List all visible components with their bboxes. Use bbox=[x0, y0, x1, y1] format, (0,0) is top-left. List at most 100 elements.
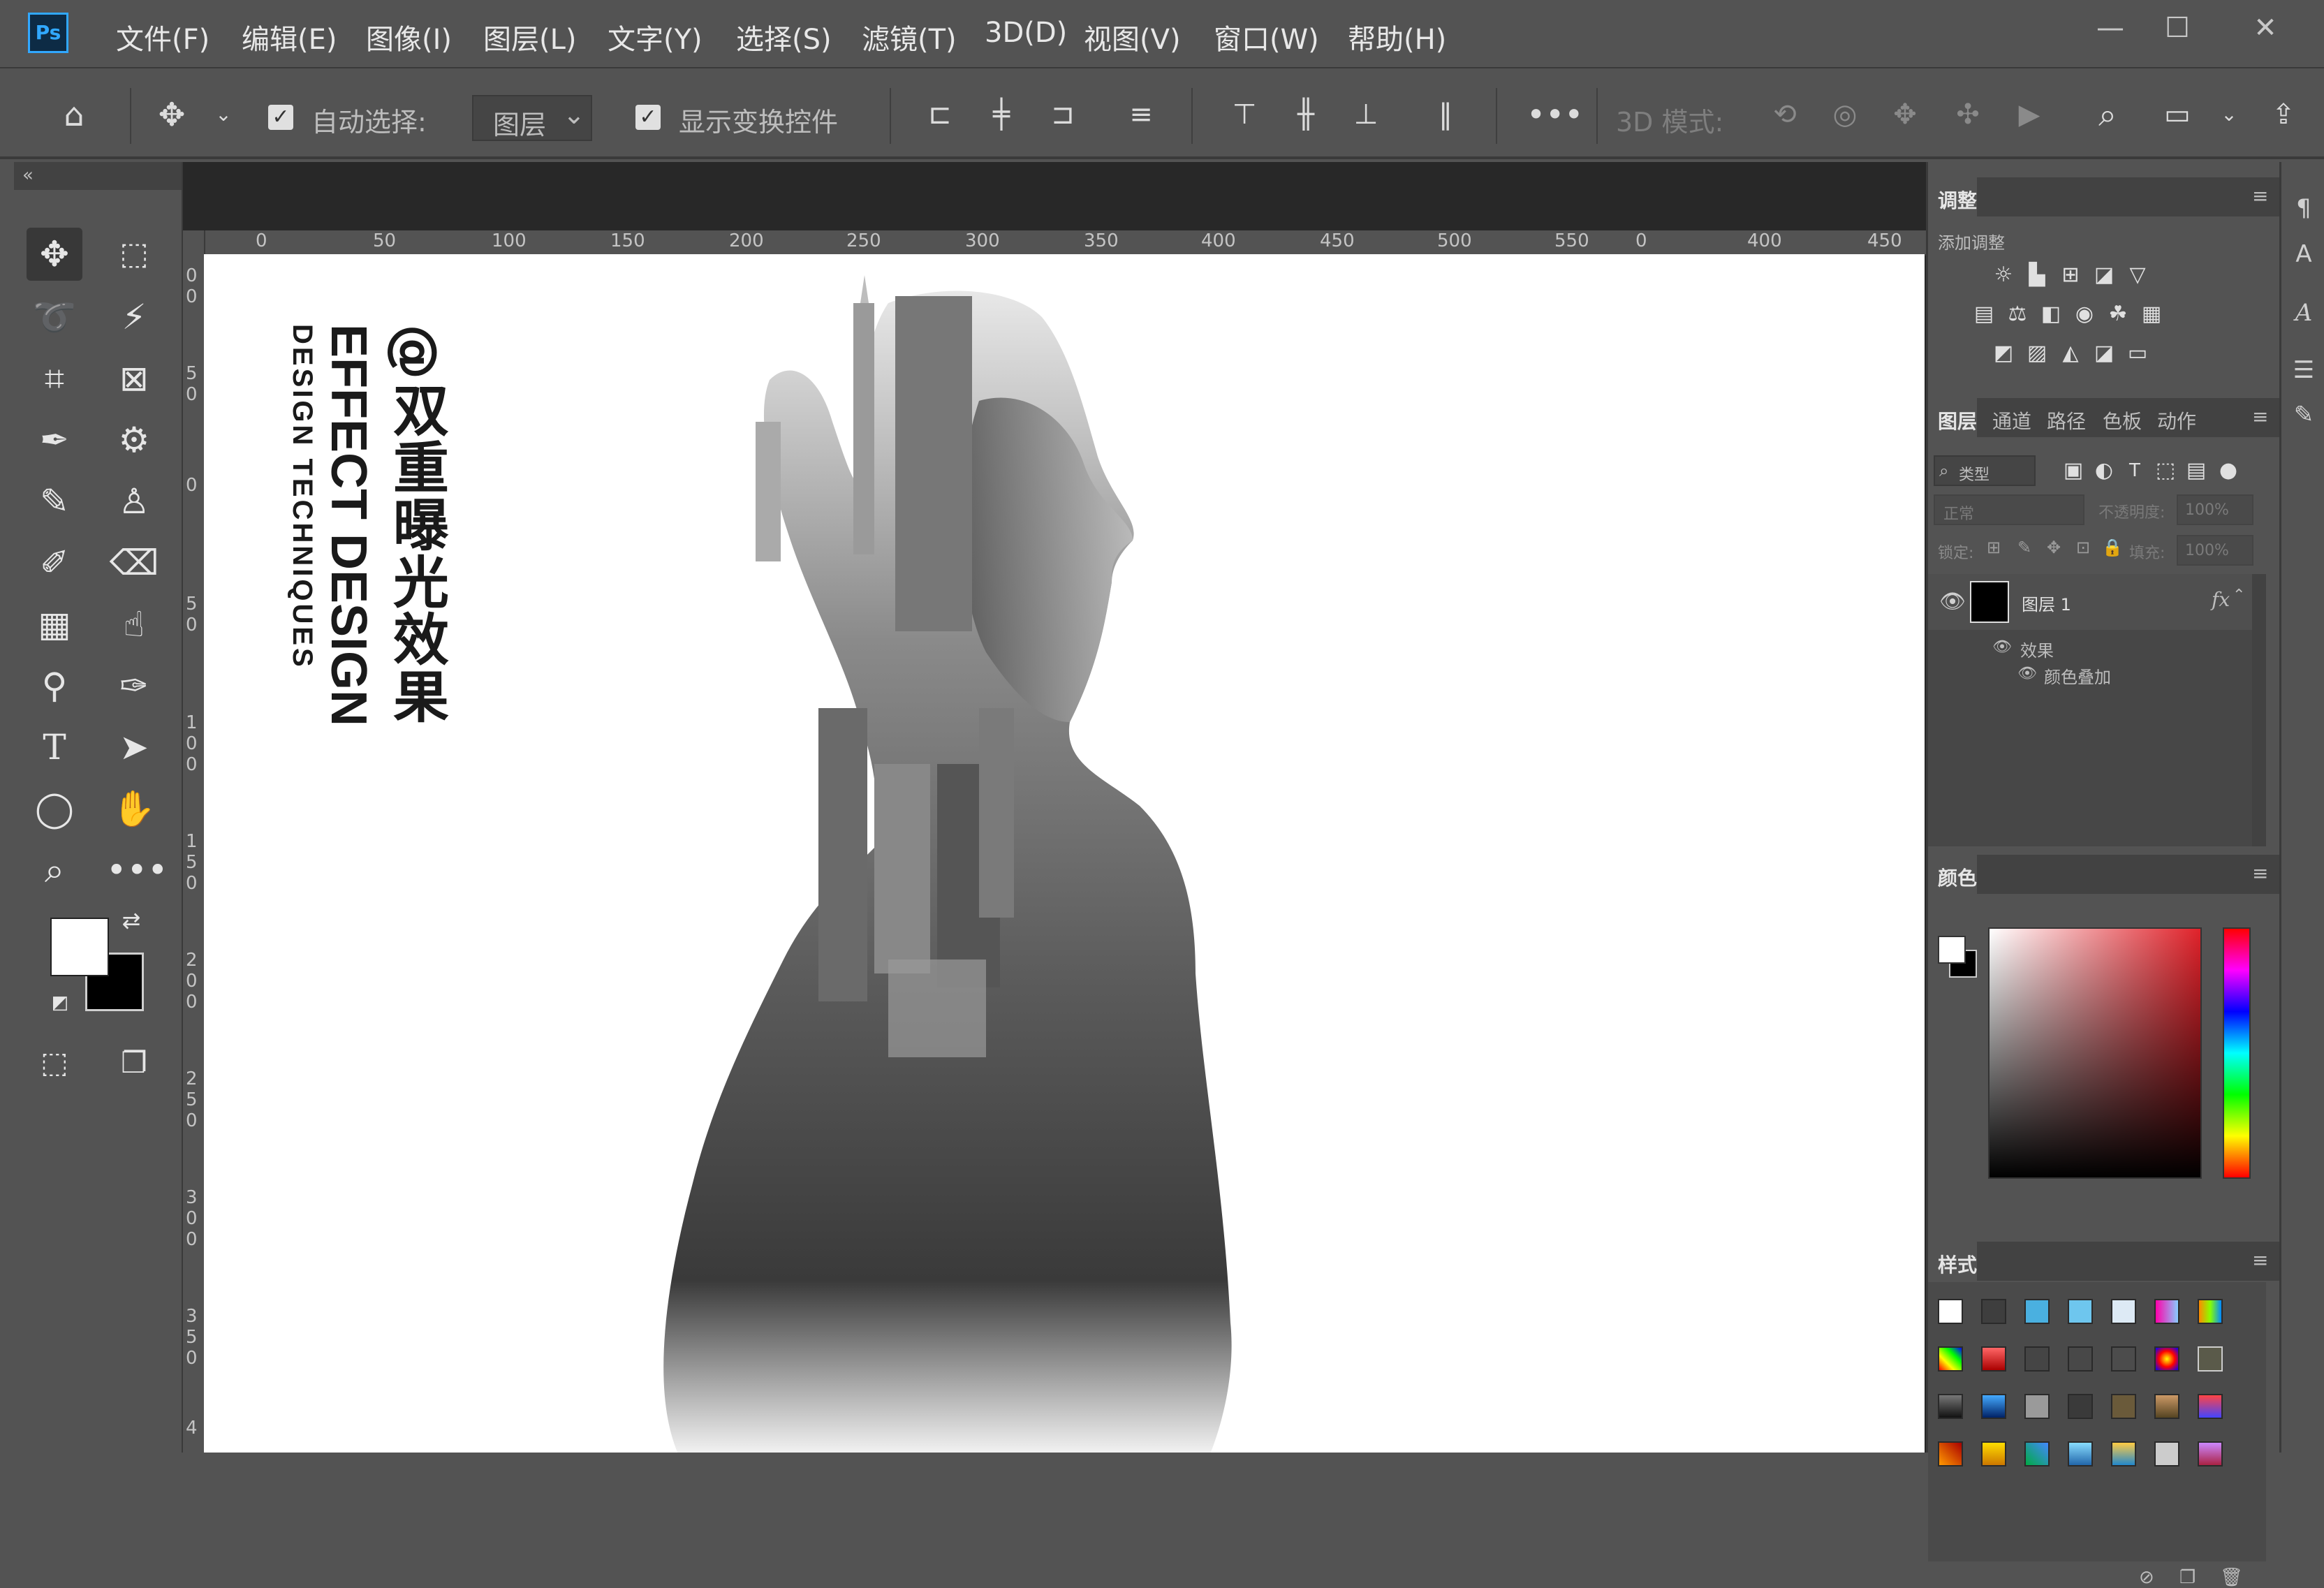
more-options-icon[interactable]: ••• bbox=[1527, 94, 1583, 135]
hue-saturation-icon[interactable]: ▤ bbox=[1971, 302, 1996, 327]
exposure-icon[interactable]: ◪ bbox=[2091, 263, 2117, 288]
foreground-color-swatch[interactable] bbox=[50, 918, 109, 976]
stamp-tool[interactable]: ♙ bbox=[106, 475, 162, 528]
style-none[interactable] bbox=[1938, 1299, 1963, 1324]
filter-shape-icon[interactable]: ⬚ bbox=[2153, 458, 2178, 483]
distribute-icon[interactable]: ≡ bbox=[1120, 94, 1162, 135]
chevron-down-icon[interactable]: ⌄ bbox=[2208, 94, 2250, 135]
filter-smart-object-icon[interactable]: ▤ bbox=[2184, 458, 2209, 483]
layer-row[interactable]: 👁 图层 1 fx ⌃ bbox=[1928, 574, 2252, 630]
tab-actions[interactable]: 动作 bbox=[2157, 406, 2196, 434]
clear-style-icon[interactable]: ⊘ bbox=[2139, 1567, 2154, 1588]
selective-color-icon[interactable]: ◪ bbox=[2091, 341, 2117, 366]
show-transform-checkbox[interactable]: ✓ bbox=[635, 105, 661, 130]
panel-menu-icon[interactable]: ≡ bbox=[2252, 862, 2268, 885]
align-bottom-icon[interactable]: ⊥ bbox=[1345, 94, 1387, 135]
menu-window[interactable]: 窗口(W) bbox=[1214, 17, 1319, 57]
posterize-icon[interactable]: ▨ bbox=[2024, 341, 2050, 366]
chevron-up-icon[interactable]: ⌃ bbox=[2233, 587, 2245, 604]
tab-channels[interactable]: 通道 bbox=[1992, 406, 2031, 434]
menu-edit[interactable]: 编辑(E) bbox=[242, 17, 337, 57]
panel-menu-icon[interactable]: ≡ bbox=[2252, 1249, 2268, 1272]
tab-swatches[interactable]: 色板 bbox=[2103, 406, 2142, 434]
style-swatch[interactable] bbox=[2198, 1346, 2223, 1372]
brush-settings-icon[interactable]: ✎ bbox=[2290, 401, 2318, 429]
color-lookup-icon[interactable]: ▦ bbox=[2139, 302, 2164, 327]
trash-icon[interactable]: 🗑 bbox=[2220, 1567, 2243, 1588]
lasso-tool[interactable]: ➰ bbox=[27, 291, 82, 344]
chevron-down-icon[interactable]: ⌄ bbox=[203, 94, 244, 135]
swap-colors-icon[interactable]: ⇄ bbox=[116, 905, 147, 936]
dodge-tool[interactable]: ⚲ bbox=[27, 659, 82, 712]
menu-layer[interactable]: 图层(L) bbox=[483, 17, 577, 57]
pen-tool[interactable]: ✑ bbox=[106, 659, 162, 712]
align-right-icon[interactable]: ⊐ bbox=[1042, 94, 1084, 135]
menu-type[interactable]: 文字(Y) bbox=[608, 17, 703, 57]
crop-tool[interactable]: ⌗ bbox=[27, 352, 82, 405]
layer-fx-badge[interactable]: fx bbox=[2212, 588, 2230, 611]
filter-type-icon[interactable]: T bbox=[2122, 458, 2147, 483]
search-icon[interactable]: ⌕ bbox=[2087, 94, 2128, 135]
align-center-h-icon[interactable]: ╪ bbox=[980, 94, 1022, 135]
threshold-icon[interactable]: ◭ bbox=[2058, 341, 2083, 366]
home-icon[interactable]: ⌂ bbox=[53, 94, 95, 135]
tab-paths[interactable]: 路径 bbox=[2047, 406, 2086, 434]
magic-wand-tool[interactable]: ⚡ bbox=[106, 291, 162, 344]
style-swatch[interactable] bbox=[2111, 1394, 2136, 1419]
auto-select-target-dropdown[interactable]: 图层 ⌄ bbox=[472, 95, 592, 141]
tab-layers[interactable]: 图层 bbox=[1938, 406, 1977, 434]
style-swatch[interactable] bbox=[2068, 1346, 2093, 1372]
brush-tool[interactable]: ✎ bbox=[27, 475, 82, 528]
style-swatch[interactable] bbox=[2198, 1394, 2223, 1419]
tab-adjustments[interactable]: 调整 bbox=[1938, 186, 1977, 214]
style-swatch[interactable] bbox=[2154, 1441, 2179, 1466]
opacity-field[interactable]: 100% bbox=[2177, 494, 2253, 525]
zoom-tool[interactable]: ⌕ bbox=[27, 844, 82, 897]
style-swatch[interactable] bbox=[1981, 1394, 2006, 1419]
photo-filter-icon[interactable]: ◉ bbox=[2072, 302, 2097, 327]
align-middle-v-icon[interactable]: ╫ bbox=[1285, 94, 1327, 135]
vibrance-icon[interactable]: ▽ bbox=[2125, 263, 2150, 288]
style-swatch[interactable] bbox=[2024, 1346, 2050, 1372]
style-swatch[interactable] bbox=[2154, 1299, 2179, 1324]
filter-toggle-icon[interactable]: ● bbox=[2216, 458, 2241, 483]
channel-mixer-icon[interactable]: ☘ bbox=[2105, 302, 2131, 327]
filter-pixel-icon[interactable]: ▣ bbox=[2061, 458, 2086, 483]
style-swatch[interactable] bbox=[2111, 1346, 2136, 1372]
style-swatch[interactable] bbox=[2154, 1346, 2179, 1372]
visibility-eye-icon[interactable]: 👁 bbox=[1992, 638, 2012, 656]
frame-tool[interactable]: ⊠ bbox=[106, 352, 162, 405]
filter-adjustment-icon[interactable]: ◐ bbox=[2091, 458, 2117, 483]
layers-scrollbar[interactable] bbox=[2252, 574, 2266, 846]
menu-3d[interactable]: 3D(D) bbox=[985, 17, 1067, 49]
fill-field[interactable]: 100% bbox=[2177, 535, 2253, 566]
collapse-icon[interactable]: « bbox=[22, 165, 34, 186]
hand-tool[interactable]: ✋ bbox=[106, 782, 162, 835]
menu-image[interactable]: 图像(I) bbox=[366, 17, 452, 57]
style-swatch[interactable] bbox=[2024, 1441, 2050, 1466]
workspace-icon[interactable]: ▭ bbox=[2156, 94, 2198, 135]
levels-icon[interactable]: ▙ bbox=[2024, 263, 2050, 288]
style-swatch[interactable] bbox=[2024, 1299, 2050, 1324]
curves-icon[interactable]: ⊞ bbox=[2058, 263, 2083, 288]
eraser-tool[interactable]: ⌫ bbox=[106, 536, 162, 589]
menu-file[interactable]: 文件(F) bbox=[116, 17, 209, 57]
style-swatch[interactable] bbox=[2198, 1299, 2223, 1324]
layer-filter-dropdown[interactable]: ⌕ 类型 bbox=[1934, 455, 2036, 486]
tab-color[interactable]: 颜色 bbox=[1938, 863, 1977, 891]
smudge-tool[interactable]: ☝ bbox=[106, 598, 162, 651]
style-swatch[interactable] bbox=[1938, 1394, 1963, 1419]
default-colors-icon[interactable]: ◩ bbox=[46, 989, 74, 1017]
history-brush-tool[interactable]: ✐ bbox=[27, 536, 82, 589]
path-select-tool[interactable]: ➤ bbox=[106, 721, 162, 774]
color-field[interactable] bbox=[1988, 927, 2202, 1179]
style-swatch[interactable] bbox=[1981, 1346, 2006, 1372]
gradient-tool[interactable]: ▦ bbox=[27, 598, 82, 651]
style-swatch[interactable] bbox=[2068, 1441, 2093, 1466]
brightness-icon[interactable]: ☼ bbox=[1991, 263, 2016, 288]
visibility-eye-icon[interactable]: 👁 bbox=[2017, 665, 2037, 682]
eyedropper-tool[interactable]: ✒ bbox=[27, 413, 82, 466]
style-swatch[interactable] bbox=[2068, 1299, 2093, 1324]
align-top-icon[interactable]: ⊤ bbox=[1223, 94, 1265, 135]
more-tools-icon[interactable]: ••• bbox=[106, 844, 168, 897]
